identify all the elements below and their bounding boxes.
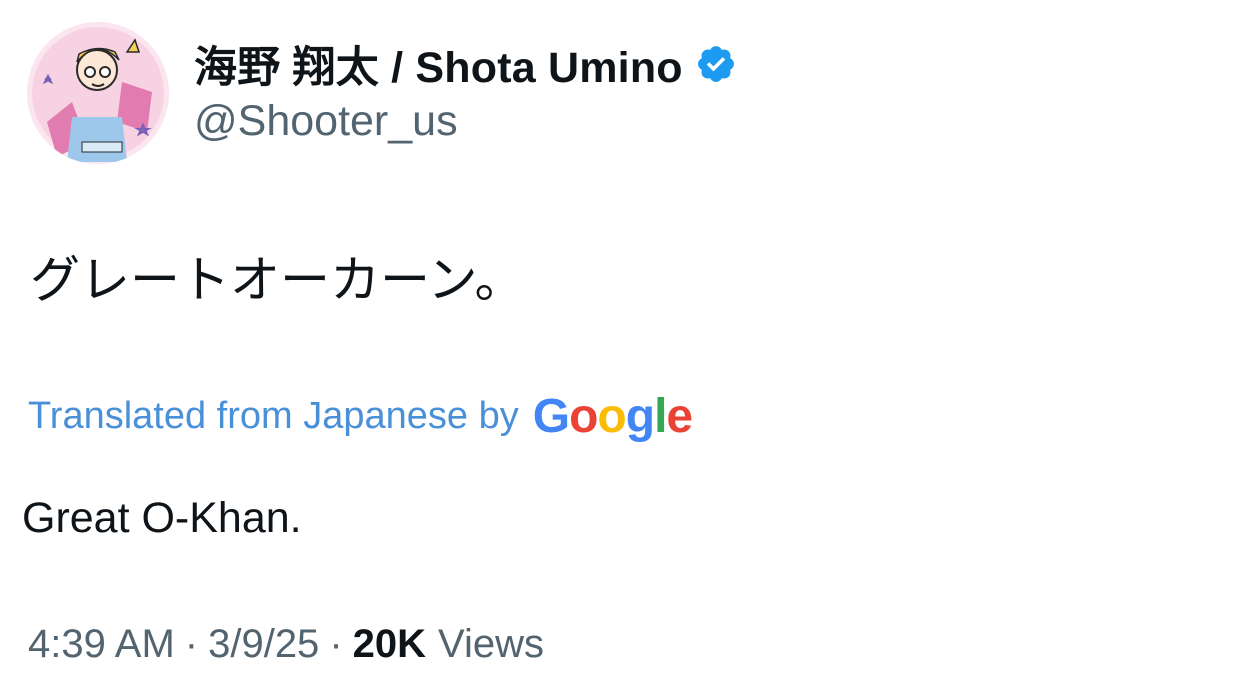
translation-attribution[interactable]: Translated from Japanese by Google bbox=[28, 386, 693, 446]
views-count: 20K bbox=[352, 622, 427, 666]
display-name[interactable]: 海野 翔太 / Shota Umino bbox=[194, 33, 683, 95]
google-logo: Google bbox=[532, 389, 693, 443]
translated-label[interactable]: Translated from Japanese by bbox=[28, 395, 519, 438]
meta-separator: · bbox=[329, 622, 343, 666]
avatar[interactable] bbox=[27, 22, 169, 164]
tweet-meta: 4:39 AM · 3/9/25 · 20K Views bbox=[28, 622, 544, 667]
translated-text: Great O-Khan. bbox=[22, 494, 302, 542]
avatar-illustration bbox=[27, 22, 169, 164]
meta-separator: · bbox=[184, 622, 199, 666]
tweet-time[interactable]: 4:39 AM bbox=[28, 622, 175, 667]
verified-badge-icon[interactable] bbox=[695, 43, 737, 85]
author-header: 海野 翔太 / Shota Umino bbox=[194, 36, 737, 92]
author-handle[interactable]: @Shooter_us bbox=[194, 97, 458, 146]
tweet-text: グレートオーカーン。 bbox=[30, 251, 525, 309]
views-label: Views bbox=[438, 622, 545, 666]
tweet-date[interactable]: 3/9/25 bbox=[208, 622, 319, 667]
